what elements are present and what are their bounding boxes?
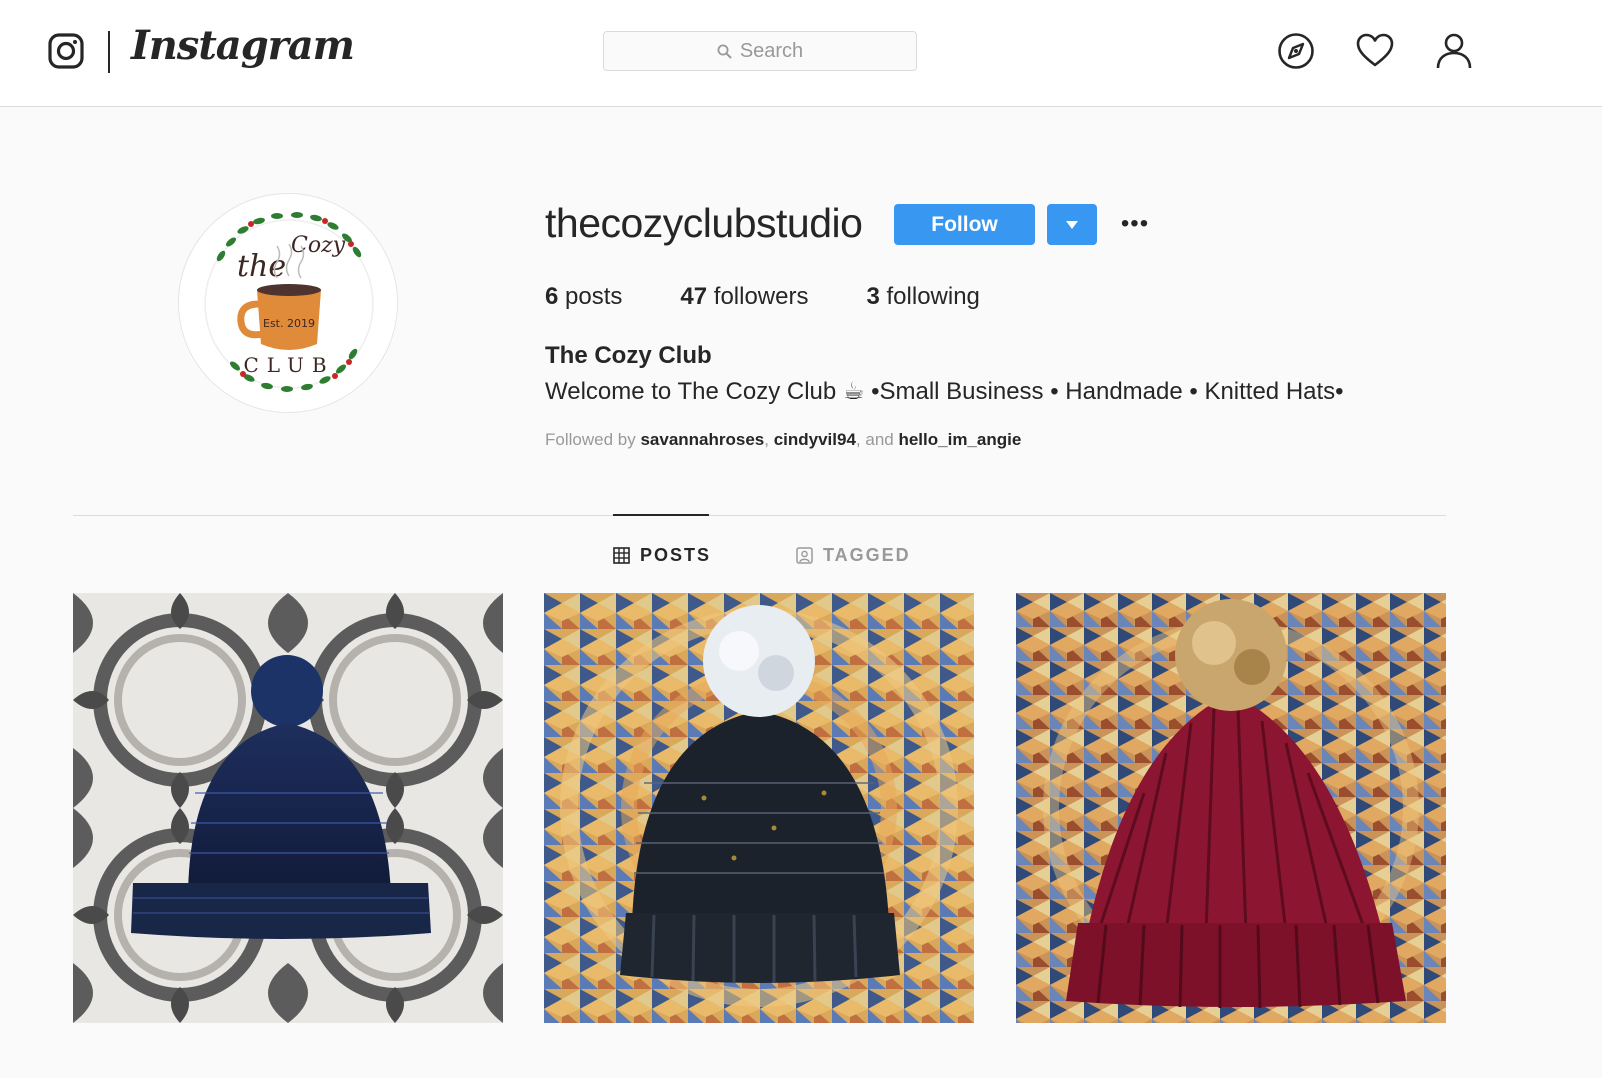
profile-full-name: The Cozy Club bbox=[545, 342, 712, 369]
followed-by-prefix: Followed by bbox=[545, 430, 636, 449]
tab-tagged[interactable]: TAGGED bbox=[796, 544, 911, 566]
post-image-charcoal-beanie bbox=[544, 593, 974, 1023]
posts-count-label: posts bbox=[565, 283, 623, 310]
tagged-person-icon bbox=[796, 546, 813, 564]
followers-label: followers bbox=[713, 283, 809, 310]
tabs-divider bbox=[73, 515, 1446, 516]
followed-by-separator: , bbox=[764, 430, 774, 449]
brand-divider bbox=[108, 31, 110, 73]
tab-posts-label: POSTS bbox=[640, 544, 712, 565]
followed-by-user[interactable]: cindyvil94 bbox=[774, 430, 856, 449]
post-thumbnail[interactable] bbox=[73, 593, 503, 1023]
grid-icon bbox=[613, 546, 630, 564]
suggested-accounts-dropdown-button[interactable] bbox=[1047, 204, 1097, 245]
posts-count-number: 6 bbox=[545, 283, 559, 310]
avatar-text-cozy: Cozy bbox=[291, 233, 346, 258]
post-image-burgundy-beanie bbox=[1016, 593, 1446, 1023]
profile-avatar[interactable]: the Cozy Est. 2019 CLUB bbox=[178, 193, 398, 413]
post-image-navy-beanie bbox=[73, 593, 503, 1023]
avatar-text-est: Est. 2019 bbox=[263, 317, 315, 330]
followers-link[interactable]: 47 followers bbox=[680, 283, 808, 311]
search-icon bbox=[717, 44, 732, 58]
profile-stats: 6 posts 47 followers 3 following bbox=[545, 283, 980, 311]
active-tab-indicator bbox=[613, 514, 709, 516]
following-count-number: 3 bbox=[866, 283, 880, 310]
posts-count: 6 posts bbox=[545, 283, 622, 311]
following-link[interactable]: 3 following bbox=[866, 283, 979, 311]
profile-bio: Welcome to The Cozy Club ☕ •Small Busine… bbox=[545, 378, 1344, 405]
followed-by-separator: , and bbox=[855, 430, 899, 449]
search-placeholder: Search bbox=[739, 39, 804, 62]
followed-by-user[interactable]: hello_im_angie bbox=[898, 430, 1021, 449]
profile-person-icon[interactable] bbox=[1434, 31, 1474, 71]
followed-by-line: Followed by savannahroses, cindyvil94, a… bbox=[545, 430, 1021, 450]
activity-heart-icon[interactable] bbox=[1355, 31, 1395, 71]
tab-posts[interactable]: POSTS bbox=[613, 544, 711, 566]
caret-down-icon bbox=[1066, 220, 1078, 229]
top-navigation-bar: Instagram Search bbox=[0, 0, 1602, 107]
follow-button[interactable]: Follow bbox=[894, 204, 1035, 245]
post-thumbnail[interactable] bbox=[1016, 593, 1446, 1023]
followed-by-user[interactable]: savannahroses bbox=[640, 430, 764, 449]
tab-tagged-label: TAGGED bbox=[823, 544, 911, 565]
more-options-button[interactable]: ••• bbox=[1120, 205, 1150, 243]
avatar-text-club: CLUB bbox=[243, 353, 334, 377]
search-input[interactable]: Search bbox=[603, 31, 917, 71]
profile-username: thecozyclubstudio bbox=[545, 200, 863, 246]
post-thumbnail[interactable] bbox=[544, 593, 974, 1023]
explore-compass-icon[interactable] bbox=[1276, 31, 1316, 71]
following-label: following bbox=[886, 283, 980, 310]
instagram-camera-icon[interactable] bbox=[48, 33, 84, 69]
instagram-wordmark[interactable]: Instagram bbox=[131, 22, 355, 69]
followers-count-number: 47 bbox=[680, 283, 708, 310]
